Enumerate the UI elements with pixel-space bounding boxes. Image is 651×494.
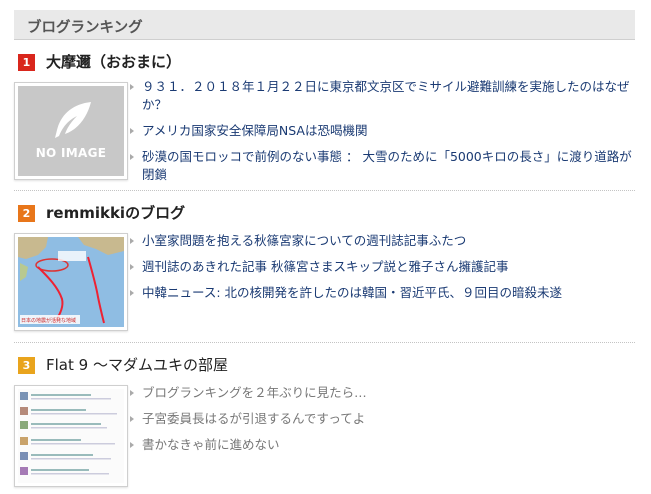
article-list: ブログランキングを２年ぶりに見たら… 子宮委員長はるが引退するんですってよ 書か… (129, 384, 639, 454)
blog-thumbnail[interactable]: NO IMAGE (14, 82, 128, 180)
article-link[interactable]: アメリカ国家安全保障局NSAは恐喝機関 (129, 122, 639, 140)
ranking-title: ブログランキング (27, 20, 143, 36)
article-link[interactable]: 週刊誌のあきれた記事 秋篠宮さまスキップ説と雅子さん擁護記事 (129, 258, 639, 276)
blog-title-link[interactable]: 大摩邇（おおまに） (46, 51, 181, 72)
blog-screenshot-image (18, 389, 124, 483)
feather-icon (55, 102, 91, 138)
ranking-header: ブログランキング (14, 10, 635, 40)
article-link[interactable]: ブログランキングを２年ぶりに見たら… (129, 384, 639, 402)
rank-badge: 3 (18, 357, 35, 374)
article-link[interactable]: ９３１．２０１８年１月２２日に東京都文京区でミサイル避難訓練を実施したのはなぜか… (129, 78, 639, 114)
article-list: ９３１．２０１８年１月２２日に東京都文京区でミサイル避難訓練を実施したのはなぜか… (129, 78, 639, 184)
entry-divider (14, 342, 635, 343)
map-caption: 日本の地震が活発な地域 (21, 318, 77, 324)
entry-divider (14, 190, 635, 191)
blog-thumbnail[interactable] (14, 385, 128, 487)
map-graphic (18, 237, 124, 327)
blog-preview-graphic (20, 392, 117, 475)
blog-title-link[interactable]: remmikkiのブログ (46, 202, 185, 223)
blog-title-link[interactable]: Flat 9 〜マダムユキの部屋 (46, 354, 228, 375)
article-list: 小室家問題を抱える秋篠宮家についての週刊誌記事ふたつ 週刊誌のあきれた記事 秋篠… (129, 232, 639, 302)
map-thumbnail-image: 日本の地震が活発な地域 (18, 237, 124, 327)
article-link[interactable]: 小室家問題を抱える秋篠宮家についての週刊誌記事ふたつ (129, 232, 639, 250)
blog-thumbnail[interactable]: 日本の地震が活発な地域 (14, 233, 128, 331)
article-link[interactable]: 子宮委員長はるが引退するんですってよ (129, 410, 639, 428)
article-link[interactable]: 書かなきゃ前に進めない (129, 436, 639, 454)
rank-badge: 2 (18, 205, 35, 222)
rank-badge: 1 (18, 54, 35, 71)
article-link[interactable]: 砂漠の国モロッコで前例のない事態 ： 大雪のために「5000キロの長さ」に渡り道… (129, 148, 639, 184)
article-link[interactable]: 中韓ニュース: 北の核開発を許したのは韓国・習近平氏、９回目の暗殺未遂 (129, 284, 639, 302)
no-image-placeholder: NO IMAGE (18, 86, 124, 176)
no-image-label: NO IMAGE (35, 146, 107, 160)
